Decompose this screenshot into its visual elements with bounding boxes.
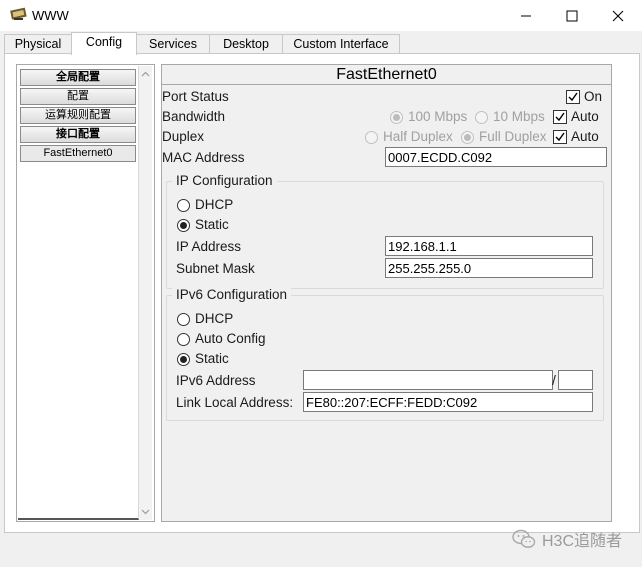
bandwidth-auto-label: Auto: [571, 109, 599, 124]
tab-custom-interface[interactable]: Custom Interface: [282, 34, 400, 54]
tab-services[interactable]: Services: [136, 34, 210, 54]
tab-desktop[interactable]: Desktop: [209, 34, 283, 54]
watermark-text: H3C追随者: [542, 533, 623, 550]
full-duplex-label: Full Duplex: [479, 129, 547, 144]
mac-address-input[interactable]: [385, 147, 607, 167]
bandwidth-10-radio[interactable]: [475, 111, 488, 124]
ipv4-static-label: Static: [195, 217, 229, 232]
ipv6-prefix-slash: /: [552, 372, 556, 388]
ipv6-configuration-title: IPv6 Configuration: [172, 287, 292, 302]
ipv6-static-label: Static: [195, 351, 229, 366]
minimize-icon: [521, 15, 531, 16]
ipv6-auto-config-label: Auto Config: [195, 331, 266, 346]
close-button[interactable]: [595, 0, 641, 31]
panel-title: FastEthernet0: [162, 65, 611, 85]
duplex-auto-checkbox[interactable]: [553, 130, 567, 144]
half-duplex-label: Half Duplex: [383, 129, 453, 144]
bandwidth-10-label: 10 Mbps: [493, 109, 545, 124]
duplex-auto-label: Auto: [571, 129, 599, 144]
scroll-up-icon[interactable]: [139, 67, 152, 81]
mac-address-label: MAC Address: [162, 150, 245, 165]
interface-panel: FastEthernet0 Port Status On Bandwidth 1…: [161, 64, 612, 522]
title-bar: WWW: [0, 0, 642, 31]
wechat-icon: [512, 529, 536, 548]
link-local-address-input[interactable]: [303, 392, 593, 412]
ipv6-dhcp-radio[interactable]: [177, 313, 190, 326]
full-duplex-radio[interactable]: [461, 131, 474, 144]
ipv6-auto-config-radio[interactable]: [177, 333, 190, 346]
bandwidth-100-label: 100 Mbps: [408, 109, 468, 124]
ip-address-label: IP Address: [176, 239, 242, 254]
sidebar-item-global-settings[interactable]: 全局配置: [20, 69, 136, 86]
tab-config[interactable]: Config: [71, 32, 137, 55]
maximize-icon: [566, 10, 578, 21]
watermark: H3C追随者: [512, 527, 622, 551]
maximize-button[interactable]: [549, 0, 595, 31]
bandwidth-label: Bandwidth: [162, 109, 226, 124]
ipv6-dhcp-label: DHCP: [195, 311, 234, 326]
tab-physical[interactable]: Physical: [4, 34, 72, 54]
sidebar-item-algorithm-settings[interactable]: 运算规则配置: [20, 107, 136, 124]
link-local-address-label: Link Local Address:: [176, 395, 294, 410]
ipv6-address-label: IPv6 Address: [176, 373, 256, 388]
ip-configuration-title: IP Configuration: [172, 173, 277, 188]
ipv4-dhcp-label: DHCP: [195, 197, 234, 212]
duplex-label: Duplex: [162, 129, 205, 144]
ipv4-static-radio[interactable]: [177, 219, 190, 232]
window-title: WWW: [32, 8, 69, 23]
sidebar-scrollbar[interactable]: [139, 66, 152, 520]
ip-address-input[interactable]: [385, 236, 593, 256]
ipv6-prefix-input[interactable]: [558, 370, 593, 390]
subnet-mask-label: Subnet Mask: [176, 261, 255, 276]
close-icon: [612, 10, 624, 21]
bandwidth-auto-checkbox[interactable]: [553, 110, 567, 124]
sidebar-list: 全局配置 配置 运算规则配置 接口配置 FastEthernet0: [18, 66, 139, 520]
app-icon: [10, 7, 27, 20]
checkmark-icon: [568, 92, 578, 102]
sidebar-item-interface-settings[interactable]: 接口配置: [20, 126, 136, 143]
port-on-checkbox[interactable]: [566, 90, 580, 104]
sidebar-item-settings[interactable]: 配置: [20, 88, 136, 105]
scroll-down-icon[interactable]: [139, 505, 152, 519]
sidebar-item-fastethernet0[interactable]: FastEthernet0: [20, 145, 136, 162]
port-on-label: On: [584, 89, 603, 104]
ipv6-static-radio[interactable]: [177, 353, 190, 366]
minimize-button[interactable]: [503, 0, 549, 31]
subnet-mask-input[interactable]: [385, 258, 593, 278]
checkmark-icon: [555, 112, 565, 122]
sidebar: 全局配置 配置 运算规则配置 接口配置 FastEthernet0: [16, 64, 155, 522]
port-status-label: Port Status: [162, 89, 229, 104]
checkmark-icon: [555, 132, 565, 142]
half-duplex-radio[interactable]: [365, 131, 378, 144]
bandwidth-100-radio[interactable]: [390, 111, 403, 124]
ipv6-address-input[interactable]: [303, 370, 553, 390]
ipv4-dhcp-radio[interactable]: [177, 199, 190, 212]
